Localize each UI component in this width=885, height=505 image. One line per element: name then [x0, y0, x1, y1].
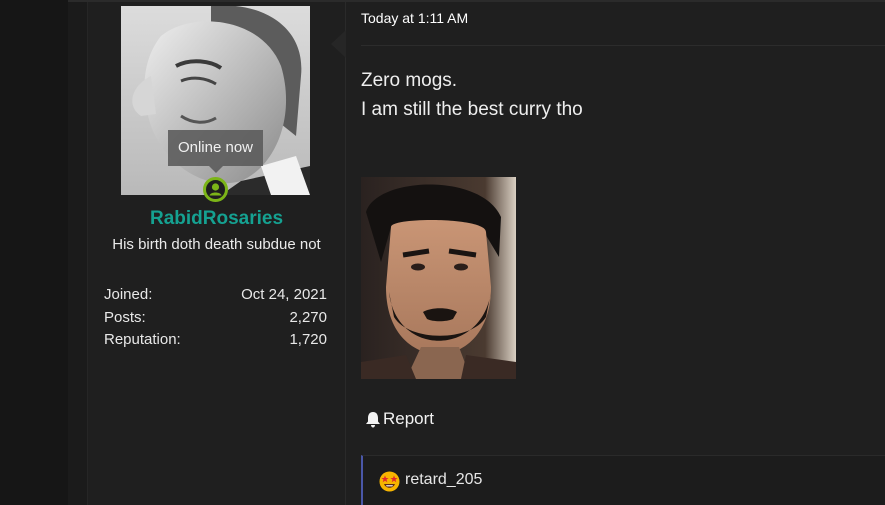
user-title: His birth doth death subdue not [112, 236, 321, 253]
stat-joined: Joined: Oct 24, 2021 [104, 285, 327, 308]
post-body: Zero mogs. I am still the best curry tho [361, 66, 583, 124]
stat-reputation: Reputation: 1,720 [104, 330, 327, 353]
online-tooltip: Online now [168, 130, 263, 166]
forum-post: Online now RabidRosaries His birth doth … [0, 0, 885, 505]
report-label: Report [383, 409, 435, 428]
post-timestamp[interactable]: Today at 1:11 AM [361, 10, 468, 26]
user-stats: Joined: Oct 24, 2021 Posts: 2,270 Reputa… [104, 285, 327, 353]
report-link[interactable]: Report [365, 409, 434, 429]
stat-value: Oct 24, 2021 [241, 286, 327, 303]
reaction-username-link[interactable]: retard_205 [405, 471, 482, 489]
post-line: Zero mogs. [361, 70, 458, 91]
username-link[interactable]: RabidRosaries [88, 208, 345, 230]
attached-image[interactable] [361, 177, 516, 379]
reaction-bar: retard_205 [361, 455, 885, 505]
stat-value: 1,720 [289, 331, 327, 348]
tooltip-arrow [209, 166, 223, 173]
post-line: I am still the best curry tho [361, 99, 583, 120]
top-border [68, 0, 885, 2]
post-pointer-arrow [331, 30, 346, 58]
stat-label: Reputation: [104, 331, 181, 348]
stat-value: 2,270 [289, 308, 327, 326]
post-header-divider [361, 45, 885, 46]
star-struck-emoji-icon[interactable] [379, 471, 400, 492]
bell-icon [366, 411, 380, 427]
page-gutter [0, 0, 68, 505]
page-gutter-stripe [68, 0, 88, 505]
stat-posts: Posts: 2,270 [104, 308, 327, 331]
stat-label: Posts: [104, 308, 146, 326]
stat-label: Joined: [104, 286, 153, 303]
online-status-icon [203, 177, 228, 202]
